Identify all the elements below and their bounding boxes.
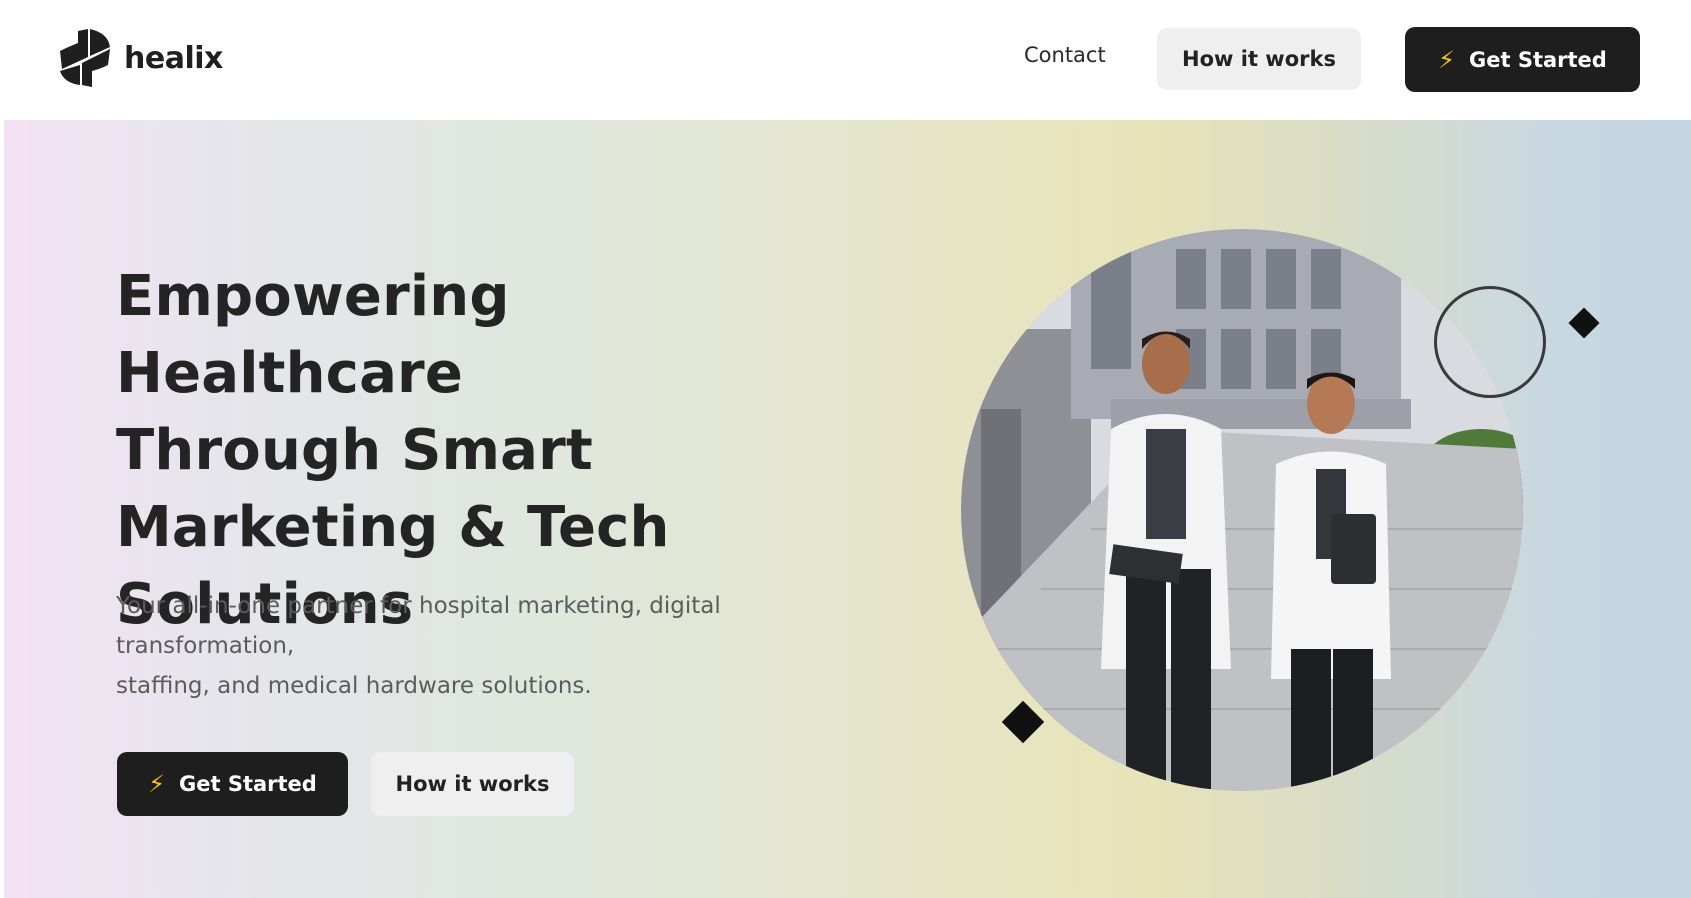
nav-start-label: Get Started — [1469, 47, 1607, 72]
doctors-photo — [961, 229, 1523, 791]
brand-name: healix — [124, 40, 223, 76]
decorative-diamond-bottom — [1001, 700, 1045, 744]
lightning-bolt-icon: ⚡ — [1438, 45, 1455, 74]
headline-line: Empowering Healthcare — [116, 264, 510, 406]
nav-get-started-button[interactable]: ⚡ Get Started — [1405, 27, 1640, 92]
subtitle-line: transformation, — [116, 633, 295, 659]
decorative-ring — [1434, 286, 1546, 398]
nav-how-label: How it works — [1182, 47, 1336, 71]
healix-logo-icon — [60, 29, 110, 87]
lightning-bolt-icon: ⚡ — [148, 770, 165, 798]
hero-start-label: Get Started — [179, 772, 317, 796]
headline-line: Marketing & Tech — [116, 495, 670, 560]
hero-how-label: How it works — [395, 772, 550, 796]
brand-logo[interactable]: healix — [60, 29, 223, 87]
subtitle-line: Your all-in-one partner for hospital mar… — [116, 593, 721, 619]
hero-how-it-works-button[interactable]: How it works — [371, 752, 574, 816]
hero-get-started-button[interactable]: ⚡ Get Started — [117, 752, 348, 816]
hero-section: Empowering Healthcare Through Smart Mark… — [4, 120, 1691, 898]
top-navbar: healix Contact How it works ⚡ Get Starte… — [4, 0, 1691, 120]
doctors-illustration — [961, 229, 1523, 791]
headline-line: Through Smart — [116, 418, 593, 483]
subtitle-line: staffing, and medical hardware solutions… — [116, 673, 592, 699]
nav-link-contact[interactable]: Contact — [1024, 43, 1106, 67]
hero-subtitle: Your all-in-one partner for hospital mar… — [116, 586, 756, 706]
nav-how-it-works-button[interactable]: How it works — [1157, 28, 1361, 90]
decorative-diamond-top — [1568, 307, 1600, 339]
